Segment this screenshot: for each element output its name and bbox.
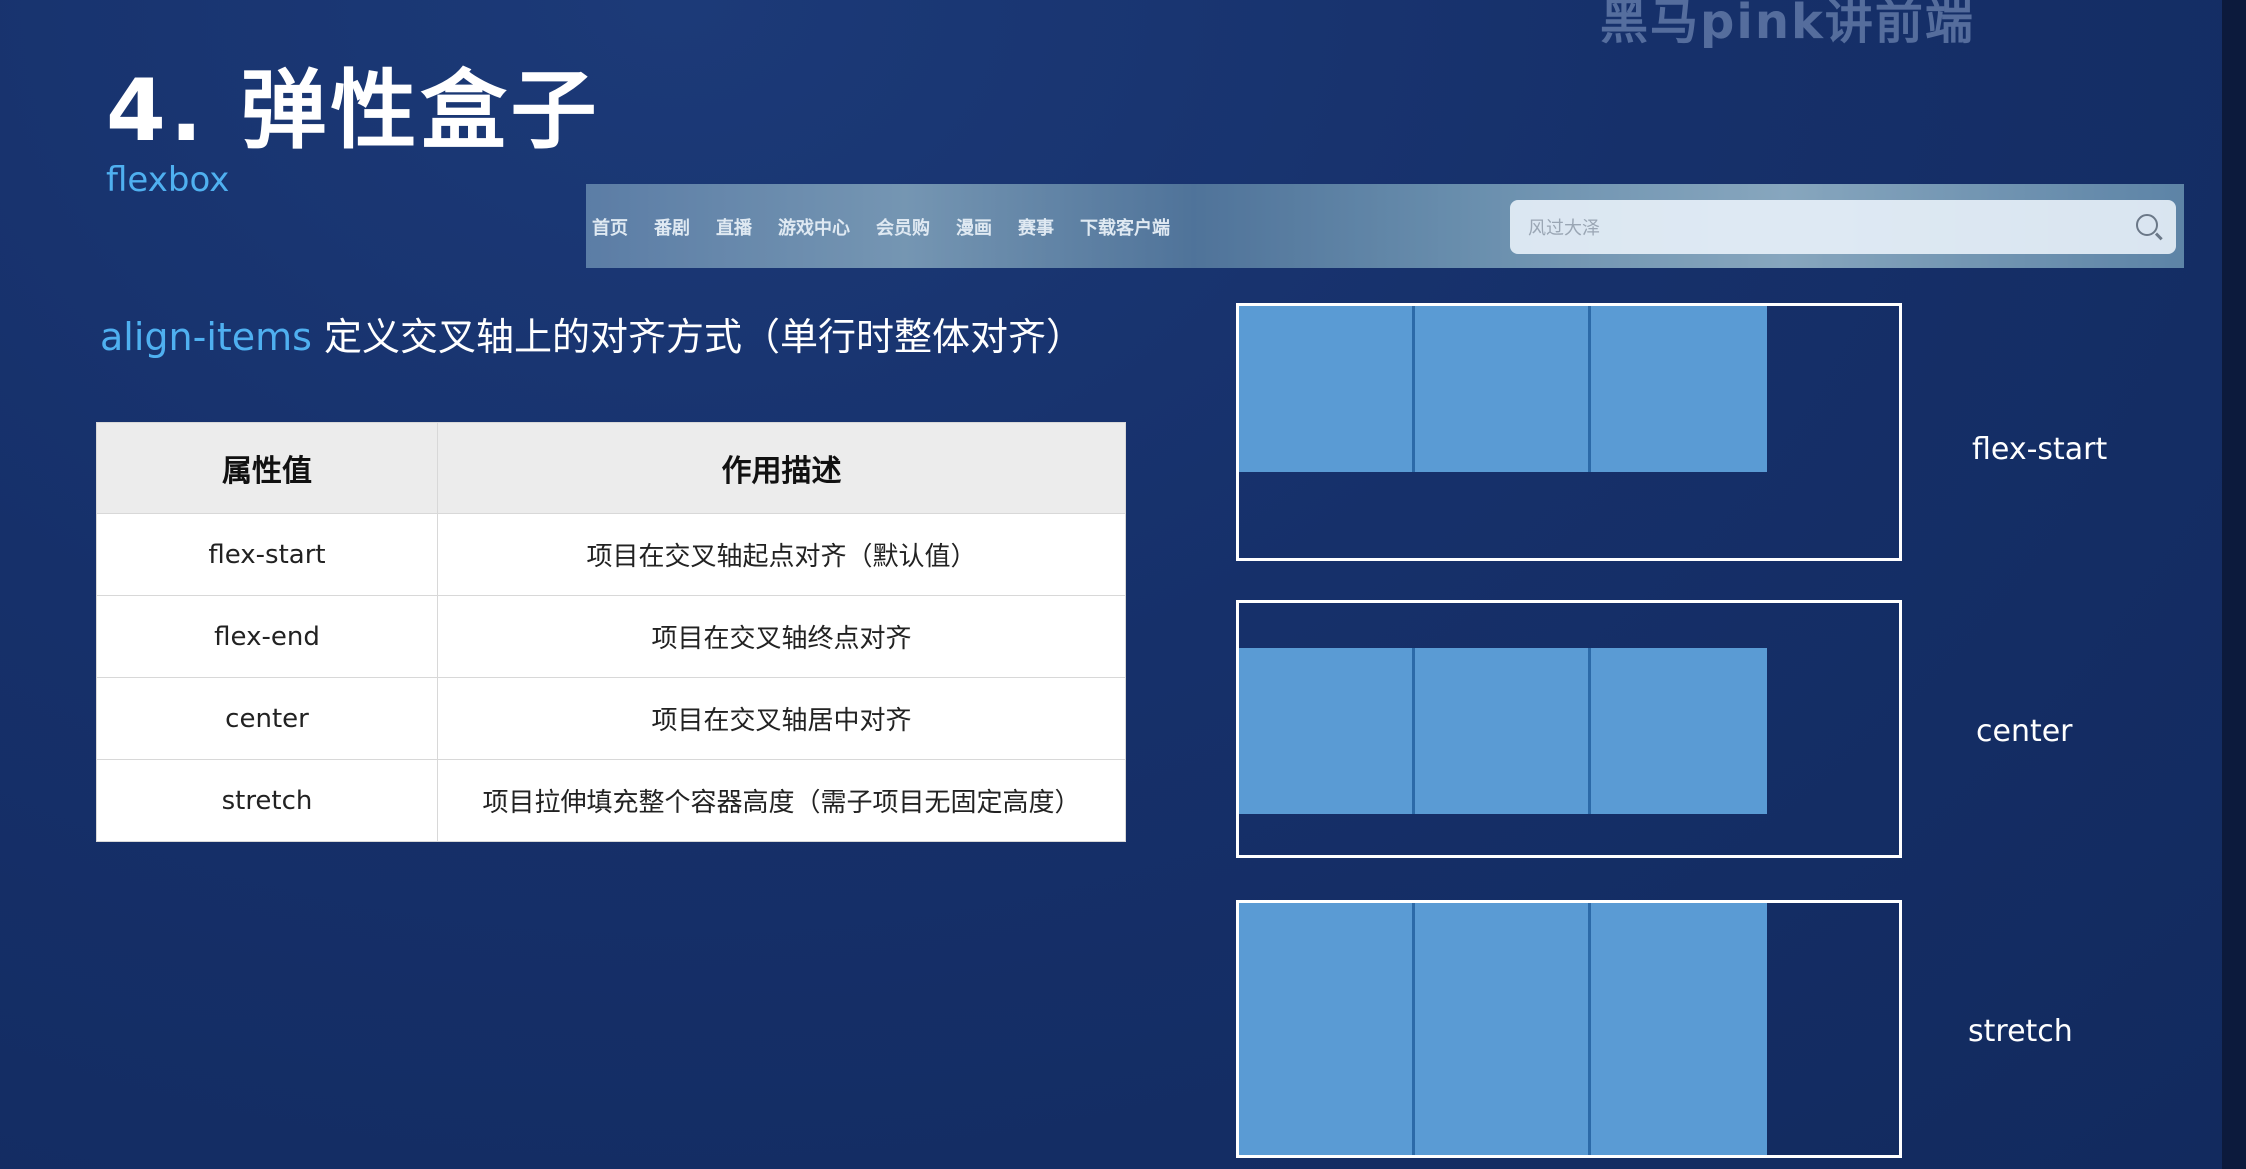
nav-item: 直播 (716, 218, 752, 239)
flex-item (1415, 648, 1591, 814)
table-row: stretch 项目拉伸填充整个容器高度（需子项目无固定高度） (96, 759, 1126, 842)
flex-items (1239, 648, 1767, 814)
table-cell: 项目在交叉轴居中对齐 (437, 677, 1126, 760)
flex-item (1415, 903, 1591, 1155)
demo-label: flex-start (1972, 432, 2108, 467)
nav-bar: 首页 番剧 直播 游戏中心 会员购 漫画 赛事 下载客户端 (592, 214, 1170, 240)
table-cell: stretch (96, 759, 438, 842)
property-description: align-items 定义交叉轴上的对齐方式（单行时整体对齐） (100, 306, 1084, 361)
demo-label: center (1976, 714, 2073, 749)
window-edge (2222, 0, 2246, 1169)
table-cell: 项目在交叉轴终点对齐 (437, 595, 1126, 678)
table-row: center 项目在交叉轴居中对齐 (96, 677, 1126, 760)
nav-item: 赛事 (1018, 218, 1054, 239)
nav-item: 会员购 (876, 218, 930, 239)
flex-item (1591, 903, 1767, 1155)
slide-title: 4. 弹性盒子 (106, 61, 601, 161)
search-input[interactable]: 风过大泽 (1510, 200, 2176, 254)
website-header-preview: 首页 番剧 直播 游戏中心 会员购 漫画 赛事 下载客户端 风过大泽 (586, 184, 2184, 268)
table-cell: center (96, 677, 438, 760)
nav-item: 游戏中心 (778, 218, 850, 239)
flex-item (1415, 306, 1591, 472)
search-icon[interactable] (2136, 214, 2158, 236)
search-placeholder: 风过大泽 (1528, 218, 1600, 239)
demo-label: stretch (1968, 1014, 2073, 1049)
nav-item: 首页 (592, 218, 628, 239)
table-cell: flex-end (96, 595, 438, 678)
nav-item: 番剧 (654, 218, 690, 239)
nav-item: 漫画 (956, 218, 992, 239)
demo-box-center (1236, 600, 1902, 858)
table-header-row: 属性值 作用描述 (96, 422, 1126, 514)
table-cell: flex-start (96, 513, 438, 596)
property-text: 定义交叉轴上的对齐方式（单行时整体对齐） (311, 315, 1085, 359)
flex-item (1239, 306, 1415, 472)
table-cell: 项目在交叉轴起点对齐（默认值） (437, 513, 1126, 596)
flex-item (1591, 306, 1767, 472)
watermark: 黑马pink讲前端 (1600, 0, 1975, 50)
table-cell: 项目拉伸填充整个容器高度（需子项目无固定高度） (437, 759, 1126, 842)
flex-item (1591, 648, 1767, 814)
table-header: 作用描述 (437, 422, 1126, 514)
slide-subtitle: flexbox (106, 160, 230, 200)
demo-box-stretch (1236, 900, 1902, 1158)
table-row: flex-start 项目在交叉轴起点对齐（默认值） (96, 513, 1126, 596)
nav-item: 下载客户端 (1080, 218, 1170, 239)
table-row: flex-end 项目在交叉轴终点对齐 (96, 595, 1126, 678)
flex-item (1239, 648, 1415, 814)
flex-item (1239, 903, 1415, 1155)
property-table: 属性值 作用描述 flex-start 项目在交叉轴起点对齐（默认值） flex… (96, 422, 1126, 842)
flex-items (1239, 306, 1767, 472)
table-header: 属性值 (96, 422, 438, 514)
demo-box-flex-start (1236, 303, 1902, 561)
property-keyword: align-items (100, 315, 312, 359)
flex-items (1239, 903, 1767, 1155)
